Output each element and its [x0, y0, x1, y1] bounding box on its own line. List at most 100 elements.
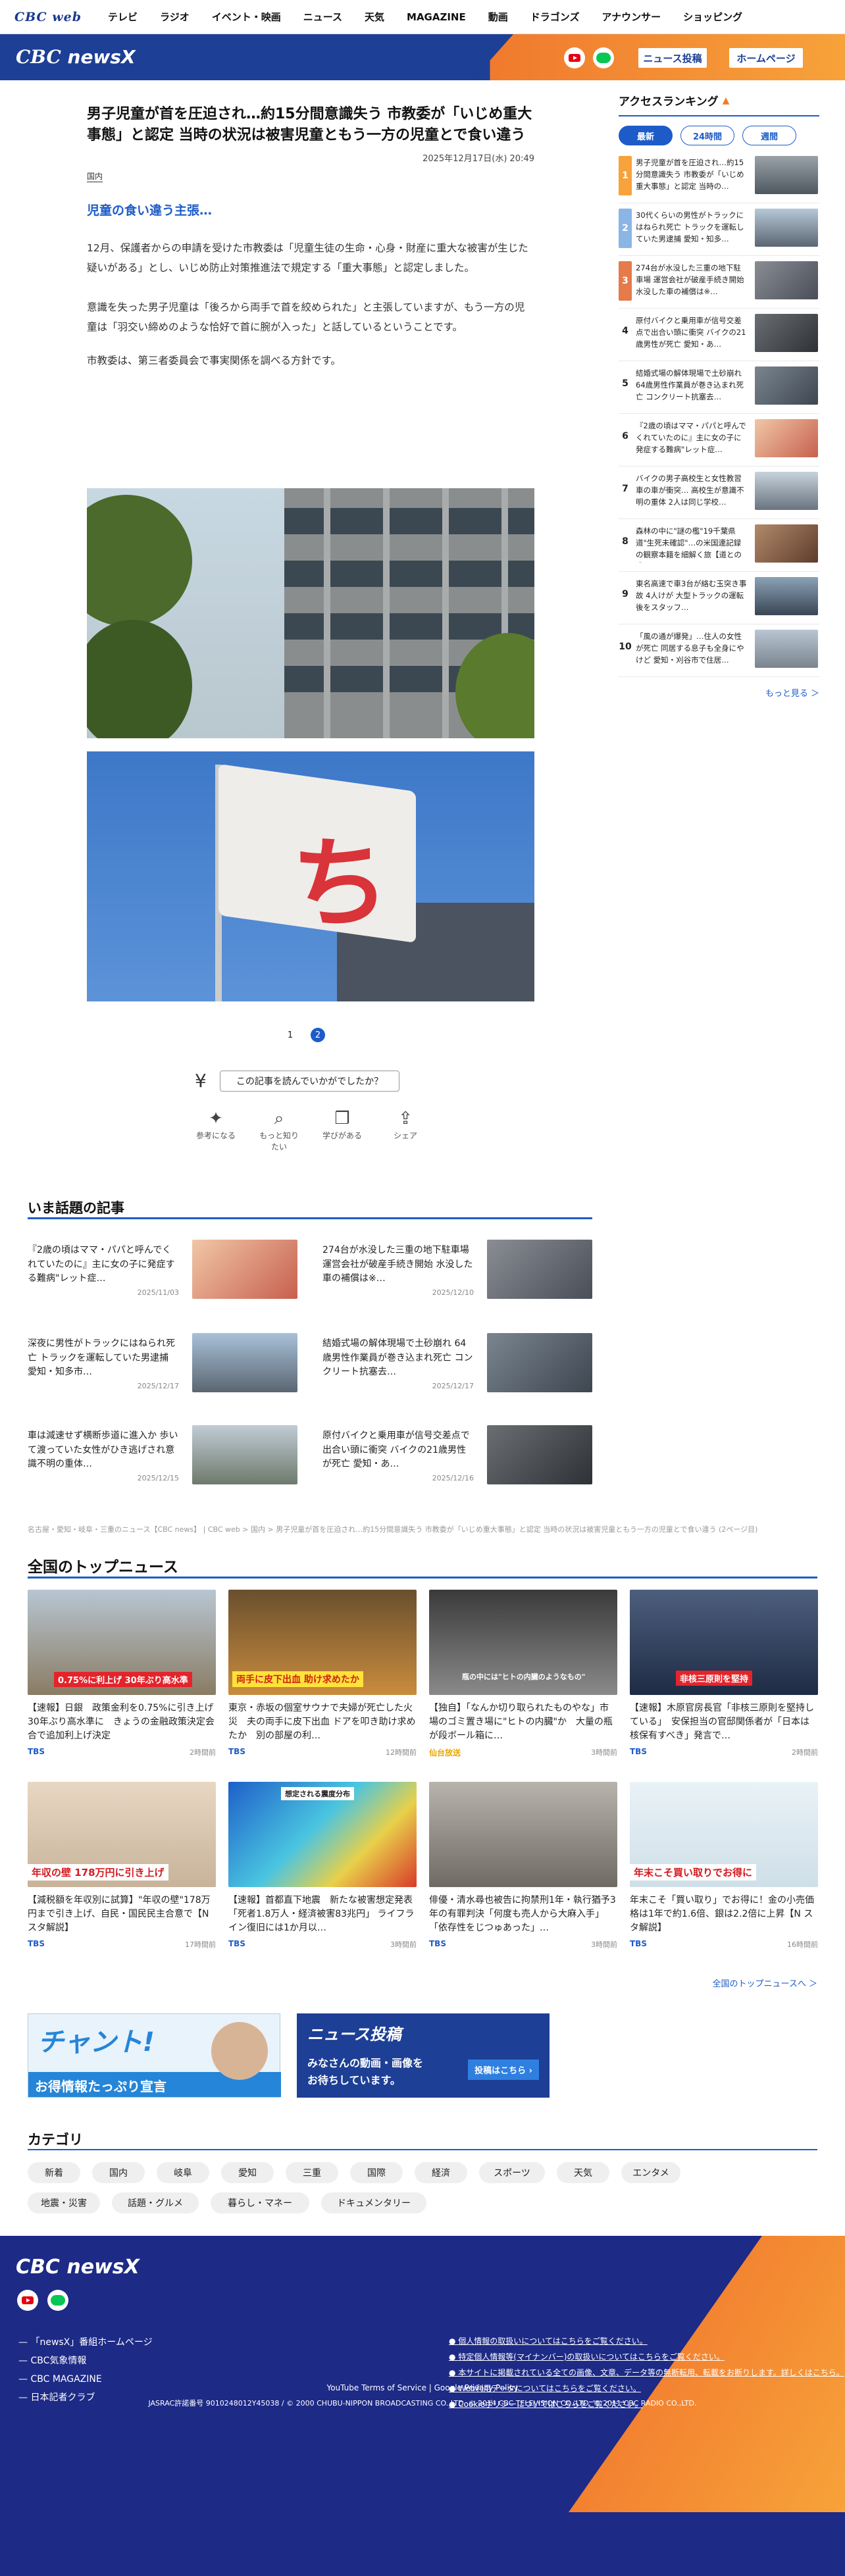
- line-icon[interactable]: [47, 2290, 68, 2311]
- page-1-link[interactable]: 1: [283, 1028, 297, 1042]
- nav-events[interactable]: イベント・映画: [212, 10, 281, 24]
- footer-links: 「newsX」番組ホームページ CBC気象情報 CBC MAGAZINE 日本記…: [18, 2333, 153, 2407]
- search-icon: ⌕: [274, 1109, 284, 1128]
- cbc-web-logo[interactable]: CBC web: [14, 10, 82, 24]
- share-button[interactable]: ⇪ シェア: [384, 1109, 426, 1152]
- reaction-helpful[interactable]: ✦ 参考になる: [195, 1109, 237, 1152]
- category-chip[interactable]: ドキュメンタリー: [321, 2192, 426, 2213]
- category-chip[interactable]: 国内: [92, 2162, 145, 2183]
- category-underline: [28, 2149, 817, 2150]
- news-post-button[interactable]: ニュース投稿: [638, 48, 707, 68]
- category-chip[interactable]: 愛知: [221, 2162, 274, 2183]
- nav-news[interactable]: ニュース: [303, 10, 342, 24]
- homepage-button[interactable]: ホームページ: [729, 48, 803, 68]
- lightbulb-icon: ✦: [209, 1109, 223, 1128]
- article-paragraph: 意識を失った男子児童は「後ろから両手で首を絞められた」と主張していますが、もう一…: [87, 301, 525, 334]
- book-icon: ❒: [334, 1109, 350, 1128]
- ranking-item[interactable]: 3 274台が水没した三重の地下駐車場 運営会社が破産手続き開始 水没した車の補償…: [619, 261, 819, 309]
- footer-link[interactable]: CBC気象情報: [18, 2352, 153, 2370]
- reaction-learn[interactable]: ❒ 学びがある: [321, 1109, 363, 1152]
- nav-weather[interactable]: 天気: [365, 10, 384, 24]
- nav-video[interactable]: 動画: [488, 10, 508, 24]
- news-card[interactable]: 0.75%に利上げ 30年ぶり高水準 【速報】日銀 政策金利を0.75%に引き上…: [28, 1590, 216, 1757]
- ranking-item[interactable]: 2 30代くらいの男性がトラックにはねられ死亡 トラックを運転していた男逮捕 愛知…: [619, 209, 819, 256]
- site-footer: CBC newsX 「newsX」番組ホームページ CBC気象情報 CBC MA…: [0, 2236, 845, 2576]
- chant-banner[interactable]: チャント! お得情報たっぷり宣言: [28, 2013, 281, 2098]
- reaction-more[interactable]: ⌕ もっと知りたい: [258, 1109, 300, 1152]
- topics-underline: [28, 1217, 592, 1219]
- ranking-item[interactable]: 1 男子児童が首を圧迫され…約15分間意識失う 市教委が「いじめ重大事態」と認定 …: [619, 156, 819, 203]
- ranking-more-link[interactable]: もっと見る ＞: [619, 686, 819, 699]
- policy-link[interactable]: 特定個人情報等(マイナンバー)の取扱いについてはこちらをご覧ください。: [449, 2349, 844, 2365]
- news-card[interactable]: 想定される震度分布 【速報】首都直下地震 新たな被害想定発表「死者1.8万人・経…: [228, 1782, 417, 1950]
- nav-tv[interactable]: テレビ: [108, 10, 138, 24]
- tab-latest[interactable]: 最新: [619, 126, 673, 145]
- article: 男子児童が首を圧迫され…約15分間意識失う 市教委が「いじめ重大事態」と認定 当…: [87, 104, 534, 370]
- national-underline: [28, 1577, 817, 1578]
- article-photo-building: [87, 488, 534, 738]
- survey-question: この記事を読んでいかがでしたか？: [219, 1070, 400, 1092]
- category-chip[interactable]: 話題・グルメ: [112, 2192, 199, 2213]
- youtube-terms-link[interactable]: YouTube Terms of Service | Google Privac…: [0, 2383, 845, 2392]
- ranking-item[interactable]: 10 「風の通が爆発」…住人の女性が死亡 同居する息子も全身にやけど 愛知・刈谷市…: [619, 630, 819, 677]
- article-title: 男子児童が首を圧迫され…約15分間意識失う 市教委が「いじめ重大事態」と認定 当…: [87, 106, 532, 143]
- category-chip[interactable]: 暮らし・マネー: [211, 2192, 309, 2213]
- news-card[interactable]: 年収の壁 178万円に引き上げ 【減税額を年収別に試算】"年収の壁"178万円ま…: [28, 1782, 216, 1950]
- line-icon[interactable]: [593, 47, 614, 68]
- nav-radio[interactable]: ラジオ: [160, 10, 190, 24]
- youtube-icon[interactable]: [564, 47, 585, 68]
- topic-card[interactable]: 『2歳の頃はママ・パパと呼んでくれていたのに』主に女の子に発症する難病"レット症…: [28, 1240, 297, 1303]
- footer-link[interactable]: 「newsX」番組ホームページ: [18, 2333, 152, 2352]
- nav-magazine[interactable]: MAGAZINE: [407, 11, 466, 23]
- category-chip[interactable]: 天気: [557, 2162, 609, 2183]
- news-card[interactable]: 瓶の中には"ヒトの内臓のようなもの" 【独自】「なんか切り取られたものやな」市場…: [429, 1590, 617, 1758]
- breadcrumb[interactable]: 名古屋・愛知・岐阜・三重のニュース【CBC news】 | CBC web > …: [28, 1524, 817, 1534]
- ranking-item[interactable]: 8 森林の中に"謎の檻"19千葉県道"生死未確認"…の米国連記録の観察本籍を細解く…: [619, 524, 819, 572]
- news-card[interactable]: 両手に皮下出血 助け求めたか 東京・赤坂の個室サウナで夫婦が死亡した火災 夫の両…: [228, 1590, 417, 1757]
- article-paragraph: 市教委は、第三者委員会で事実関係を調べる方針です。: [87, 354, 341, 366]
- news-card[interactable]: 俳優・清水尋也被告に拘禁刑1年・執行猶予3年の有罪判決「何度も売人から大麻入手」…: [429, 1782, 617, 1950]
- national-heading: 全国のトップニュース: [28, 1559, 178, 1576]
- category-chip[interactable]: 三重: [286, 2162, 338, 2183]
- category-chip[interactable]: 新着: [28, 2162, 80, 2183]
- ranking-item[interactable]: 7 バイクの男子高校生と女性教習車の車が衝突… 高校生が意識不明の重体 2人は同じ…: [619, 472, 819, 519]
- topic-card[interactable]: 車は減速せず横断歩道に進入か 歩いて渡っていた女性がひき逃げされ意識不明の重体……: [28, 1425, 297, 1488]
- newsx-logo[interactable]: CBC newsX: [16, 46, 136, 68]
- tab-weekly[interactable]: 週間: [742, 126, 796, 145]
- youtube-icon[interactable]: [17, 2290, 38, 2311]
- ranking-item[interactable]: 5 結婚式場の解体現場で土砂崩れ 64歳男性作業員が巻き込まれ死亡 コンクリート抗…: [619, 366, 819, 414]
- policy-link[interactable]: 個人情報の取扱いについてはこちらをご覧ください。: [449, 2333, 844, 2349]
- nav-announcer[interactable]: アナウンサー: [602, 10, 661, 24]
- category-tag[interactable]: 国内: [87, 170, 103, 182]
- article-paragraph: 12月、保護者からの申請を受けた市教委は「児童生徒の生命・心身・財産に重大な被害…: [87, 241, 528, 274]
- nav-dragons[interactable]: ドラゴンズ: [530, 10, 580, 24]
- topic-card[interactable]: 原付バイクと乗用車が信号交差点で出合い頭に衝突 バイクの21歳男性が死亡 愛知・…: [322, 1425, 592, 1488]
- ranking-item[interactable]: 6 『2歳の頃はママ・パパと呼んでくれていたのに』主に女の子に発症する難病"レット…: [619, 419, 819, 467]
- topic-card[interactable]: 274台が水没した三重の地下駐車場 運営会社が破産手続き開始 水没した車の補償は…: [322, 1240, 592, 1303]
- category-chip[interactable]: 経済: [415, 2162, 467, 2183]
- topic-card[interactable]: 結婚式場の解体現場で土砂崩れ 64歳男性作業員が巻き込まれ死亡 コンクリート抗塞…: [322, 1333, 592, 1396]
- header-social: [564, 47, 614, 68]
- ranking-item[interactable]: 4 原付バイクと乗用車が信号交差点で出合い頭に衝突 バイクの21歳男性が死亡 愛知…: [619, 314, 819, 361]
- category-chip[interactable]: 地震・災害: [28, 2192, 100, 2213]
- article-date: 2025年12月17日(水) 20:49: [423, 153, 534, 164]
- ranking-heading: アクセスランキング ▲: [619, 95, 730, 109]
- ranking-item[interactable]: 9 東名高速で車3台が絡む玉突き事故 4人けが 大型トラックの運転後をスタッフ…: [619, 577, 819, 624]
- news-post-banner[interactable]: ニュース投稿 みなさんの動画・画像を お待ちしています。 投稿はこちら ›: [297, 2013, 550, 2098]
- category-chip[interactable]: エンタメ: [621, 2162, 680, 2183]
- survey-icon: ¥: [195, 1070, 207, 1092]
- article-subheading: 児童の食い違う主張…: [87, 203, 213, 218]
- news-card[interactable]: 年末こそ買い取りでお得に 年末こそ「買い取り」でお得に！金の小売価格は1年で約1…: [630, 1782, 818, 1950]
- footer-newsx-logo[interactable]: CBC newsX: [16, 2256, 140, 2279]
- policy-link[interactable]: 本サイトに掲載されている全ての画像、文章、データ等の無断転用、転載をお断りします…: [449, 2365, 844, 2381]
- category-chip[interactable]: 国際: [350, 2162, 403, 2183]
- category-heading: カテゴリ: [28, 2132, 83, 2148]
- ranking-sidebar: アクセスランキング ▲ 最新 24時間 週間 1 男子児童が首を圧迫され…約15分間…: [619, 92, 819, 699]
- news-card[interactable]: 非核三原則を堅持 【速報】木原官房長官「非核三原則を堅持している」 安保担当の官…: [630, 1590, 818, 1757]
- tab-24h[interactable]: 24時間: [680, 126, 734, 145]
- category-chip[interactable]: 岐阜: [157, 2162, 209, 2183]
- topic-card[interactable]: 深夜に男性がトラックにはねられ死亡 トラックを運転していた男逮捕 愛知・知多市……: [28, 1333, 297, 1396]
- national-more-link[interactable]: 全国のトップニュースへ ＞: [713, 1977, 817, 1989]
- nav-shopping[interactable]: ショッピング: [683, 10, 742, 24]
- category-chip[interactable]: スポーツ: [479, 2162, 545, 2183]
